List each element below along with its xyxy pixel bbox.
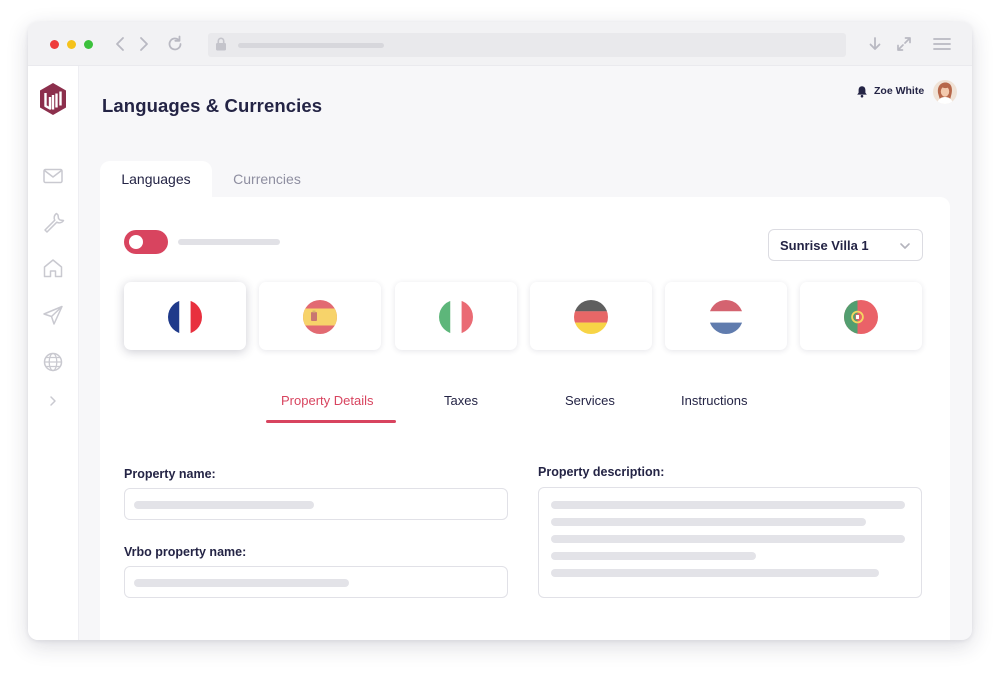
bell-icon[interactable] xyxy=(856,85,868,98)
tab-property-details[interactable]: Property Details xyxy=(281,393,373,408)
download-icon[interactable] xyxy=(865,33,885,55)
reload-icon[interactable] xyxy=(165,33,185,55)
language-card-dutch[interactable] xyxy=(665,282,787,350)
tab-languages[interactable]: Languages xyxy=(100,161,212,197)
language-card-italian[interactable] xyxy=(395,282,517,350)
spain-flag xyxy=(303,300,337,334)
field-value-placeholder xyxy=(134,579,349,587)
tab-currencies[interactable]: Currencies xyxy=(212,161,322,197)
tab-services[interactable]: Services xyxy=(565,393,615,408)
field-text-placeholder xyxy=(551,535,905,543)
property-description-label: Property description: xyxy=(538,465,665,479)
globe-icon[interactable] xyxy=(40,349,66,375)
app-logo[interactable] xyxy=(38,82,68,116)
netherlands-flag xyxy=(709,300,743,334)
send-icon[interactable] xyxy=(40,302,66,328)
italy-flag xyxy=(439,300,473,334)
forward-icon[interactable] xyxy=(134,33,154,55)
menu-icon[interactable] xyxy=(931,33,953,55)
avatar[interactable] xyxy=(933,80,957,104)
lock-icon xyxy=(216,37,226,51)
url-placeholder xyxy=(238,43,384,48)
language-card-german[interactable] xyxy=(530,282,652,350)
vrbo-property-name-field[interactable] xyxy=(124,566,508,598)
toggle-knob xyxy=(129,235,143,249)
portugal-flag xyxy=(844,300,878,334)
france-flag xyxy=(168,300,202,334)
back-icon[interactable] xyxy=(110,33,130,55)
language-card-french[interactable] xyxy=(124,282,246,350)
languages-panel: Sunrise Villa 1 Property Details Taxes S… xyxy=(100,197,950,640)
field-value-placeholder xyxy=(134,501,314,509)
browser-window: Languages & Currencies Zoe White Languag… xyxy=(28,22,972,640)
field-text-placeholder xyxy=(551,569,879,577)
user-name: Zoe White xyxy=(874,85,925,97)
language-card-spanish[interactable] xyxy=(259,282,381,350)
property-description-field[interactable] xyxy=(538,487,922,598)
field-text-placeholder xyxy=(551,518,866,526)
toggle-label-placeholder xyxy=(178,239,280,245)
wrench-icon[interactable] xyxy=(40,209,66,235)
sidebar xyxy=(28,66,79,640)
browser-toolbar xyxy=(28,22,972,66)
active-tab-indicator xyxy=(266,420,396,423)
close-window-button[interactable] xyxy=(50,40,59,49)
language-card-portuguese[interactable] xyxy=(800,282,922,350)
property-select-value: Sunrise Villa 1 xyxy=(780,238,869,253)
tab-taxes[interactable]: Taxes xyxy=(444,393,478,408)
chevron-right-icon[interactable] xyxy=(40,388,66,414)
expand-icon[interactable] xyxy=(894,33,914,55)
property-name-field[interactable] xyxy=(124,488,508,520)
property-select[interactable]: Sunrise Villa 1 xyxy=(768,229,923,261)
tab-instructions[interactable]: Instructions xyxy=(681,393,747,408)
minimize-window-button[interactable] xyxy=(67,40,76,49)
page-title: Languages & Currencies xyxy=(102,95,323,116)
field-text-placeholder xyxy=(551,501,905,509)
chevron-down-icon xyxy=(900,243,910,249)
maximize-window-button[interactable] xyxy=(84,40,93,49)
language-toggle[interactable] xyxy=(124,230,168,254)
home-icon[interactable] xyxy=(40,255,66,281)
vrbo-property-name-label: Vrbo property name: xyxy=(124,545,247,559)
address-bar[interactable] xyxy=(208,33,846,57)
germany-flag xyxy=(574,300,608,334)
field-text-placeholder xyxy=(551,552,756,560)
mail-icon[interactable] xyxy=(40,163,66,189)
property-name-label: Property name: xyxy=(124,467,216,481)
